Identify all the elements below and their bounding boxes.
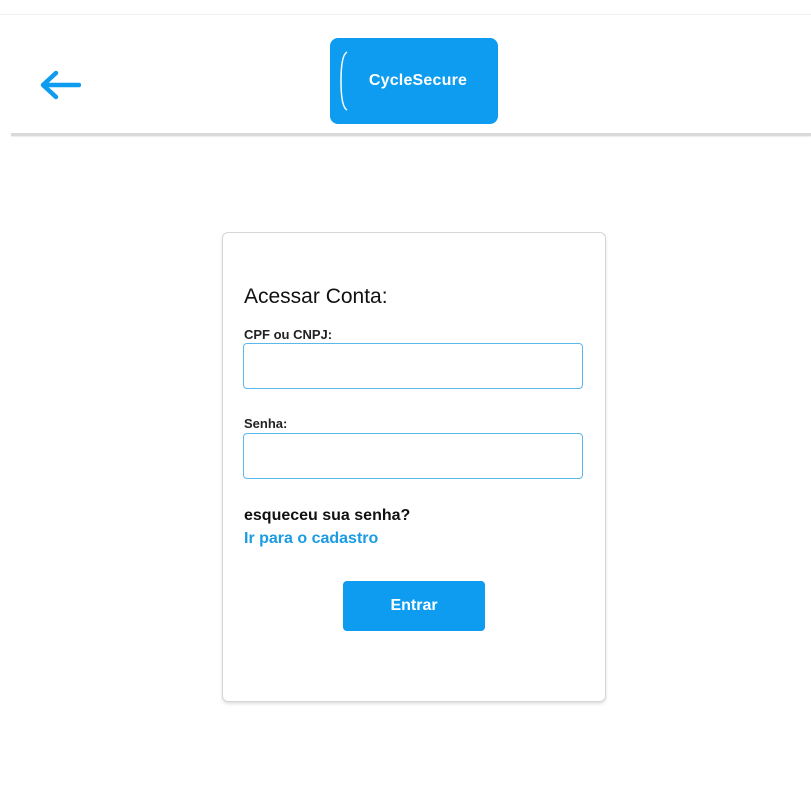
password-input[interactable]	[243, 433, 583, 479]
app-logo: CycleSecure	[330, 38, 498, 124]
arrow-left-icon	[40, 70, 81, 100]
login-title: Acessar Conta:	[244, 285, 388, 308]
login-page: CycleSecure Acessar Conta: CPF ou CNPJ: …	[0, 0, 811, 787]
cpf-label: CPF ou CNPJ:	[244, 327, 333, 342]
login-button[interactable]: Entrar	[343, 581, 485, 631]
register-link[interactable]: Ir para o cadastro	[244, 530, 378, 548]
password-label: Senha:	[244, 416, 288, 431]
login-card: Acessar Conta: CPF ou CNPJ: Senha: esque…	[222, 232, 606, 702]
header-divider	[11, 133, 811, 136]
logo-bracket-icon	[340, 51, 348, 111]
back-button[interactable]	[38, 65, 82, 105]
cpf-input[interactable]	[243, 343, 583, 389]
forgot-password-text: esqueceu sua senha?	[244, 507, 411, 524]
logo-text: CycleSecure	[368, 72, 468, 89]
